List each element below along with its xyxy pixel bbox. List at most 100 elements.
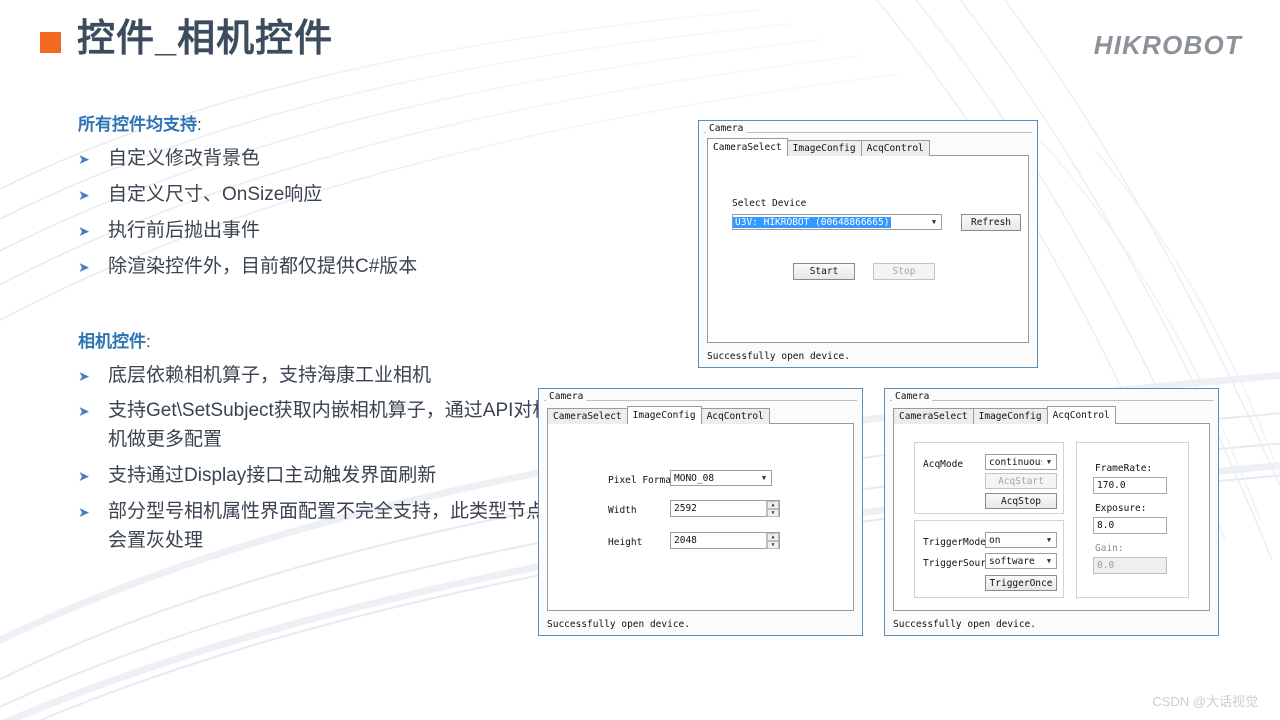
trigger-source-combo[interactable]: software ▼ <box>985 553 1057 569</box>
chevron-down-icon: ▼ <box>1046 458 1052 466</box>
group-box-line <box>544 400 857 401</box>
arrow-bullet-icon: ➤ <box>78 504 90 520</box>
dialog-camera-select: Camera CameraSelect ImageConfig AcqContr… <box>698 120 1038 368</box>
trigger-mode-label: TriggerMode <box>923 537 986 548</box>
section-heading-text: 所有控件均支持 <box>78 115 197 134</box>
group-box-line <box>704 132 1032 133</box>
group-box-line <box>890 400 1213 401</box>
csdn-watermark: CSDN @大话视觉 <box>1152 694 1258 709</box>
tab-image-config[interactable]: ImageConfig <box>972 408 1048 424</box>
height-value: 2048 <box>674 535 697 546</box>
dialog-acq-control: Camera CameraSelect ImageConfig AcqContr… <box>884 388 1219 636</box>
section-heading-colon: : <box>146 331 151 351</box>
list-item-label: 执行前后抛出事件 <box>108 219 261 241</box>
arrow-bullet-icon: ➤ <box>78 222 90 239</box>
refresh-button[interactable]: Refresh <box>961 214 1021 231</box>
device-select-combo[interactable]: U3V: HIKROBOT (00648866665) ▼ <box>732 214 942 230</box>
list-item-label: 自定义修改背景色 <box>108 148 261 169</box>
tab-panel: Select Device U3V: HIKROBOT (00648866665… <box>707 155 1029 343</box>
arrow-bullet-icon: ➤ <box>78 367 90 384</box>
list-item-label: 自定义尺寸、OnSize响应 <box>108 183 323 205</box>
trigger-mode-combo[interactable]: on ▼ <box>985 532 1057 548</box>
acq-mode-value: continuous <box>989 456 1042 468</box>
device-select-value: U3V: HIKROBOT (00648866665) <box>733 216 892 228</box>
status-bar: Successfully open device. <box>702 348 1034 365</box>
tab-strip: CameraSelect ImageConfig AcqControl <box>893 406 1210 424</box>
arrow-bullet-icon: ➤ <box>78 403 90 420</box>
list-item: ➤ 支持Get\SetSubject获取内嵌相机算子，通过API对相机做更多配置 <box>78 397 558 455</box>
tab-acq-control[interactable]: AcqControl <box>1046 406 1116 424</box>
list-item: ➤ 自定义修改背景色 <box>78 145 558 174</box>
acq-stop-button[interactable]: AcqStop <box>985 493 1057 509</box>
acq-mode-combo[interactable]: continuous ▼ <box>985 454 1057 470</box>
trigger-once-button[interactable]: TriggerOnce <box>985 575 1057 591</box>
section-heading: 所有控件均支持: <box>78 110 558 135</box>
chevron-down-icon: ▼ <box>1046 557 1052 565</box>
title-bullet-square-icon <box>40 32 61 54</box>
bullet-list: ➤ 自定义修改背景色 ➤ 自定义尺寸、OnSize响应 ➤ 执行前后抛出事件 ➤… <box>78 145 558 282</box>
arrow-bullet-icon: ➤ <box>78 468 90 485</box>
dialog-image-config: Camera CameraSelect ImageConfig AcqContr… <box>538 388 863 636</box>
acq-mode-label: AcqMode <box>923 459 964 470</box>
list-item-label: 除渲染控件外，目前都仅提供C#版本 <box>108 255 418 277</box>
tab-image-config[interactable]: ImageConfig <box>786 140 862 156</box>
spinner-arrows-icon[interactable]: ▲ ▼ <box>766 501 779 517</box>
chevron-down-icon: ▼ <box>931 218 937 226</box>
list-item-label: 支持通过Display接口主动触发界面刷新 <box>108 465 437 487</box>
tab-panel: AcqMode continuous ▼ AcqStart AcqStop Tr… <box>893 423 1210 611</box>
pixel-format-combo[interactable]: MONO_08 ▼ <box>670 470 772 486</box>
start-button[interactable]: Start <box>793 263 855 280</box>
tab-image-config[interactable]: ImageConfig <box>626 406 702 424</box>
spinner-down-icon[interactable]: ▼ <box>767 509 779 517</box>
tab-panel: Pixel Format MONO_08 ▼ Width 2592 ▲ ▼ He… <box>547 423 854 611</box>
tab-camera-select[interactable]: CameraSelect <box>707 138 788 156</box>
width-label: Width <box>608 505 637 516</box>
stop-button[interactable]: Stop <box>873 263 935 280</box>
list-item: ➤ 执行前后抛出事件 <box>78 217 558 246</box>
frame-rate-field[interactable]: 170.0 <box>1093 477 1167 494</box>
pixel-format-value: MONO_08 <box>674 472 715 484</box>
spinner-up-icon[interactable]: ▲ <box>767 533 779 541</box>
list-item: ➤ 底层依赖相机算子，支持海康工业相机 <box>78 362 558 391</box>
trigger-mode-value: on <box>989 534 1001 546</box>
section-all-controls: 所有控件均支持: ➤ 自定义修改背景色 ➤ 自定义尺寸、OnSize响应 ➤ 执… <box>78 110 558 282</box>
tab-camera-select[interactable]: CameraSelect <box>893 408 974 424</box>
list-item: ➤ 自定义尺寸、OnSize响应 <box>78 181 558 210</box>
height-stepper[interactable]: 2048 ▲ ▼ <box>670 532 780 549</box>
section-heading: 相机控件: <box>78 327 558 352</box>
status-bar: Successfully open device. <box>542 616 859 633</box>
chevron-down-icon: ▼ <box>1046 536 1052 544</box>
page-title-text: 控件_相机控件 <box>77 18 334 60</box>
tab-camera-select[interactable]: CameraSelect <box>547 408 628 424</box>
gain-field[interactable]: 0.0 <box>1093 557 1167 574</box>
list-item-label: 底层依赖相机算子，支持海康工业相机 <box>108 364 432 386</box>
group-box-label: Camera <box>546 391 587 402</box>
bullet-list: ➤ 底层依赖相机算子，支持海康工业相机 ➤ 支持Get\SetSubject获取… <box>78 362 558 556</box>
list-item-label: 支持Get\SetSubject获取内嵌相机算子，通过API对相机做更多配置 <box>108 400 552 451</box>
height-label: Height <box>608 537 643 548</box>
section-heading-text: 相机控件 <box>78 331 146 351</box>
spinner-arrows-icon[interactable]: ▲ ▼ <box>766 533 779 549</box>
list-item-label: 部分型号相机属性界面配置不完全支持，此类型节点会置灰处理 <box>108 501 546 551</box>
group-box-label: Camera <box>706 123 747 134</box>
section-heading-colon: : <box>197 115 202 134</box>
arrow-bullet-icon: ➤ <box>78 186 90 203</box>
width-stepper[interactable]: 2592 ▲ ▼ <box>670 500 780 517</box>
trigger-group-box: TriggerMode on ▼ TriggerSource software … <box>914 520 1064 598</box>
section-camera-control: 相机控件: ➤ 底层依赖相机算子，支持海康工业相机 ➤ 支持Get\SetSub… <box>78 327 558 556</box>
hikrobot-logo: HIKROBOT <box>1093 30 1242 60</box>
list-item: ➤ 除渲染控件外，目前都仅提供C#版本 <box>78 253 558 282</box>
list-item: ➤ 部分型号相机属性界面配置不完全支持，此类型节点会置灰处理 <box>78 498 558 556</box>
arrow-bullet-icon: ➤ <box>78 151 90 167</box>
tab-acq-control[interactable]: AcqControl <box>700 408 770 424</box>
tab-strip: CameraSelect ImageConfig AcqControl <box>547 406 854 424</box>
select-device-label: Select Device <box>732 198 807 209</box>
acq-start-button[interactable]: AcqStart <box>985 473 1057 489</box>
content-column: 所有控件均支持: ➤ 自定义修改背景色 ➤ 自定义尺寸、OnSize响应 ➤ 执… <box>78 110 558 563</box>
gain-label: Gain: <box>1095 543 1124 554</box>
exposure-field[interactable]: 8.0 <box>1093 517 1167 534</box>
pixel-format-label: Pixel Format <box>608 475 677 486</box>
spinner-up-icon[interactable]: ▲ <box>767 501 779 509</box>
tab-acq-control[interactable]: AcqControl <box>860 140 930 156</box>
spinner-down-icon[interactable]: ▼ <box>767 541 779 549</box>
